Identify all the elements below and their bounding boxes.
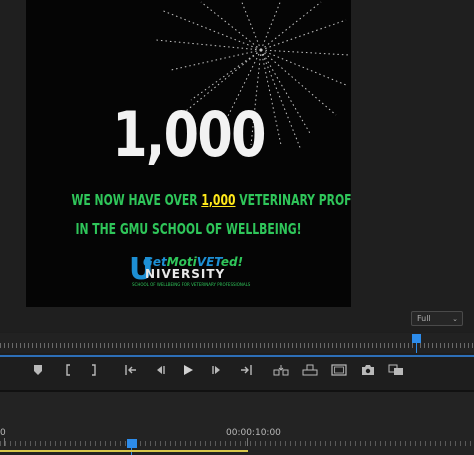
work-area-bar[interactable] (0, 450, 248, 452)
zoom-scroll-bar[interactable] (0, 355, 474, 357)
go-to-out-button[interactable] (236, 362, 256, 380)
go-to-in-button[interactable] (121, 362, 141, 380)
timeline-panel: 0 00:00:10:00 (0, 392, 474, 455)
go-to-in-icon (125, 365, 136, 375)
step-back-icon (157, 366, 165, 374)
timeline-start-timecode: 0 (0, 428, 6, 438)
transport-controls (0, 358, 474, 386)
step-back-button[interactable] (150, 362, 170, 380)
mark-in-icon (66, 364, 70, 376)
overwrite-icon (302, 364, 318, 376)
headline-number: 1,000 (112, 98, 266, 171)
timeline-ruler-ticks[interactable] (0, 441, 474, 446)
zoom-level-value: Full (417, 314, 431, 323)
timeline-major-tick (4, 438, 5, 446)
overwrite-button[interactable] (300, 362, 320, 380)
timeline-playhead[interactable] (127, 439, 137, 448)
monitor-time-ruler[interactable] (0, 333, 474, 353)
play-icon (184, 365, 193, 375)
step-forward-icon (212, 366, 220, 374)
export-frame-button[interactable] (358, 362, 378, 380)
play-button[interactable] (178, 362, 198, 380)
camera-icon (362, 365, 374, 375)
mark-out-button[interactable] (84, 362, 104, 380)
add-marker-button[interactable] (28, 362, 48, 380)
mark-out-icon (92, 364, 96, 376)
comparison-view-icon (388, 364, 403, 375)
ruler-ticks (0, 343, 474, 348)
caption-line-1: WE NOW HAVE OVER 1,000 VETERINARY PROFES… (71, 191, 351, 209)
monitor-playhead-line (416, 342, 417, 353)
timeline-timecode-label: 00:00:10:00 (226, 428, 281, 438)
insert-icon (273, 365, 289, 376)
getmotivated-university-logo: U GetMotiVETed! NIVERSITY SCHOOL OF WELL… (129, 252, 251, 287)
chevron-down-icon: ⌄ (452, 315, 458, 323)
timeline-major-tick (247, 438, 248, 446)
mark-in-button[interactable] (58, 362, 78, 380)
step-forward-button[interactable] (207, 362, 227, 380)
safe-margins-button[interactable] (329, 362, 349, 380)
video-frame: 1,000 WE NOW HAVE OVER 1,000 VETERINARY … (26, 0, 351, 307)
caption-line-2: IN THE GMU SCHOOL OF WELLBEING! (75, 220, 302, 238)
go-to-out-icon (241, 365, 252, 375)
insert-button[interactable] (271, 362, 291, 380)
program-monitor: 1,000 WE NOW HAVE OVER 1,000 VETERINARY … (0, 0, 474, 332)
safe-margins-icon (331, 364, 347, 376)
marker-icon (34, 365, 42, 375)
comparison-view-button[interactable] (386, 362, 406, 380)
zoom-level-dropdown[interactable]: Full ⌄ (411, 311, 463, 326)
